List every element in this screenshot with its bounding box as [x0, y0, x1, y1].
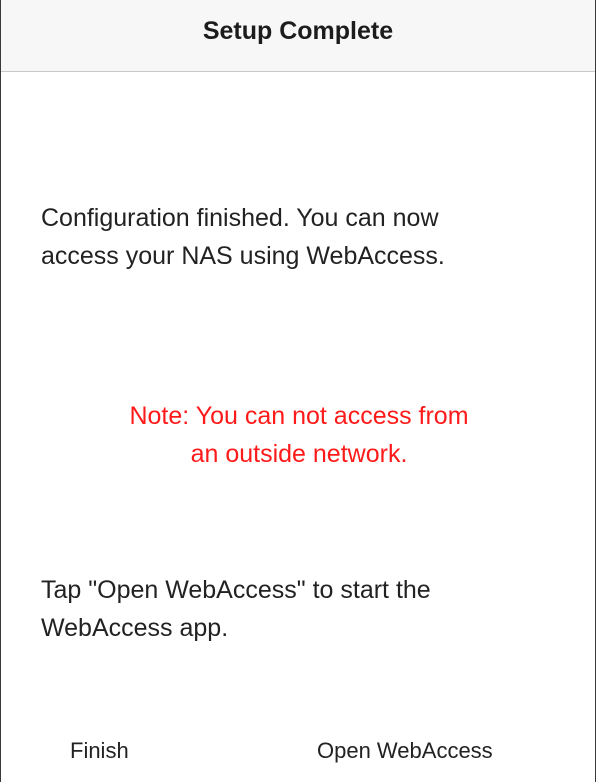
bottom-toolbar: Finish Open WebAccess	[1, 722, 595, 782]
configuration-message: Configuration finished. You can now acce…	[41, 199, 561, 275]
open-webaccess-button[interactable]: Open WebAccess	[317, 738, 493, 764]
setup-complete-screen: Setup Complete Configuration finished. Y…	[0, 0, 596, 782]
open-instruction-line-1: Tap "Open WebAccess" to start the	[41, 576, 431, 604]
page-title: Setup Complete	[202, 17, 394, 45]
configuration-message-line-2: access your NAS using WebAccess.	[41, 242, 445, 270]
network-note: Note: You can not access from an outside…	[1, 397, 596, 473]
network-note-line-1: Note: You can not access from	[129, 402, 469, 430]
network-note-line-2: an outside network.	[190, 440, 408, 468]
open-instruction: Tap "Open WebAccess" to start the WebAcc…	[41, 571, 561, 647]
configuration-message-line-1: Configuration finished. You can now	[41, 204, 439, 232]
finish-button[interactable]: Finish	[70, 738, 129, 764]
open-instruction-line-2: WebAccess app.	[41, 614, 229, 642]
navigation-bar: Setup Complete	[1, 0, 595, 72]
